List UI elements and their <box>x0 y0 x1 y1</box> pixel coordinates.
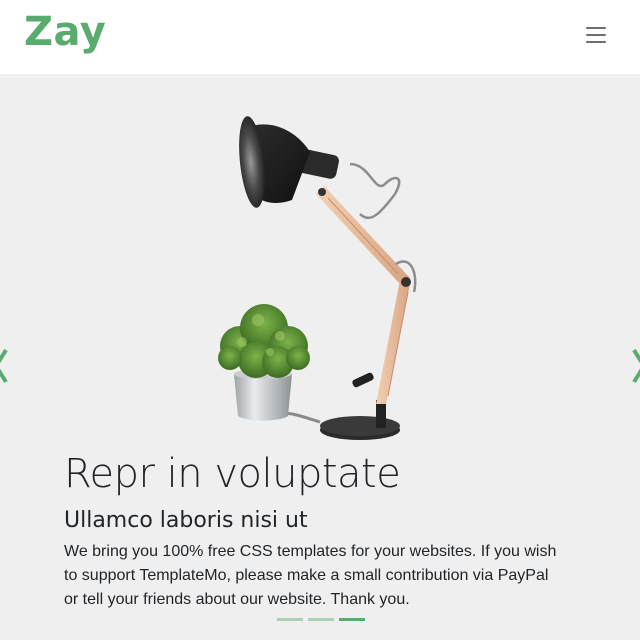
navbar-toggle-button[interactable] <box>578 20 614 50</box>
carousel-indicators <box>277 618 367 624</box>
hamburger-menu-icon-bar <box>586 34 606 36</box>
hero-carousel: Repr in voluptate Ullamco laboris nisi u… <box>0 74 640 640</box>
carousel-indicator-1[interactable] <box>277 618 303 621</box>
hamburger-menu-icon-bar <box>586 41 606 43</box>
hero-subtitle: Ullamco laboris nisi ut <box>64 508 308 533</box>
logo-link[interactable]: Zay <box>24 6 106 58</box>
hamburger-menu-icon <box>586 27 606 29</box>
hero-description: We bring you 100% free CSS templates for… <box>64 543 557 608</box>
carousel-indicator-2[interactable] <box>308 618 334 621</box>
carousel-next-button[interactable] <box>630 346 640 386</box>
carousel-indicator-3[interactable] <box>339 618 365 621</box>
hero-product-image <box>218 116 417 440</box>
hero-title: Repr in voluptate <box>64 451 401 497</box>
site-header: Zay <box>0 0 640 74</box>
carousel-prev-button[interactable] <box>0 346 10 386</box>
chevron-right-icon <box>632 348 640 384</box>
chevron-left-icon <box>0 348 8 384</box>
